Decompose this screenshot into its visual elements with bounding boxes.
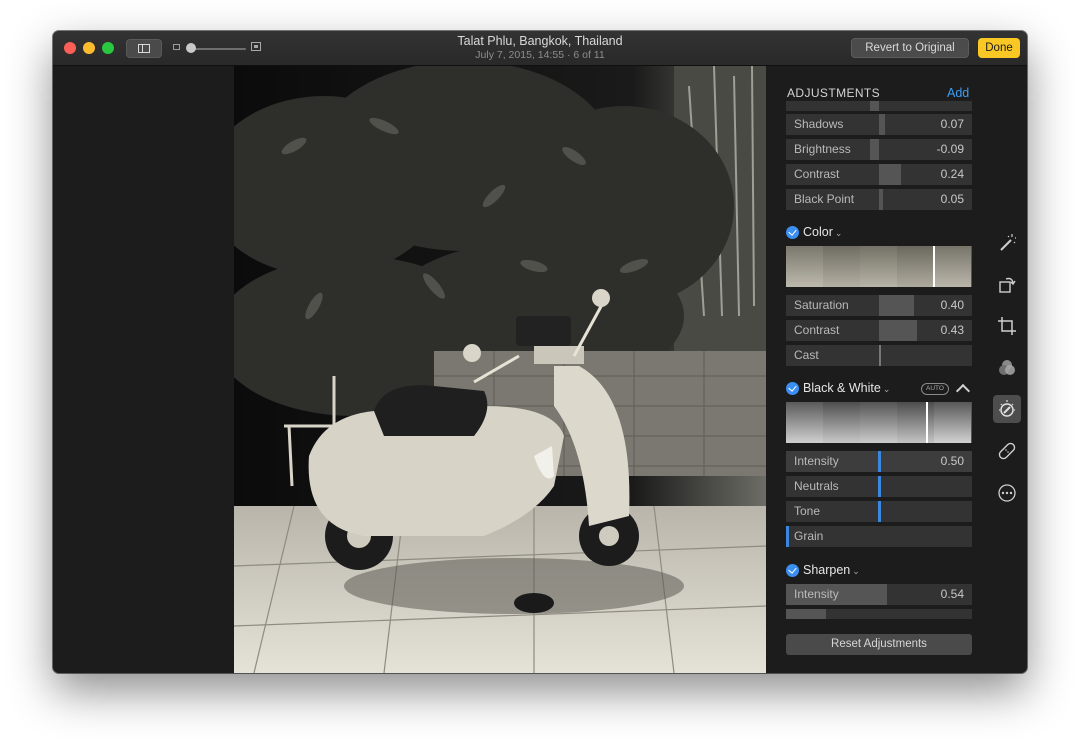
title-bar: Talat Phlu, Bangkok, Thailand July 7, 20… [53, 31, 1027, 66]
slider-value: 0.54 [940, 587, 964, 601]
adjustments-panel: ADJUSTMENTS Add Shadows 0.07 Brightness … [786, 66, 979, 673]
slider-fill [879, 295, 914, 316]
strip-thumbnail [823, 402, 860, 443]
slider-value: 0.40 [940, 298, 964, 312]
edges-slider-partial[interactable] [786, 609, 972, 619]
slider-label: Contrast [794, 323, 840, 337]
strip-thumbnail [860, 402, 897, 443]
more-tool-button[interactable] [993, 479, 1021, 507]
chevron-down-icon[interactable]: ⌄ [835, 228, 843, 238]
adjust-tool-button[interactable] [993, 395, 1021, 423]
slider-label: Contrast [794, 167, 840, 181]
neutrals-slider[interactable]: Neutrals [786, 476, 972, 497]
slider-fill [879, 345, 881, 366]
chevron-down-icon[interactable]: ⌄ [852, 566, 860, 576]
strip-thumbnail [897, 246, 934, 287]
adjustments-title: ADJUSTMENTS [787, 86, 881, 100]
rotate-tool-button[interactable] [993, 270, 1021, 298]
strip-thumbnail [823, 246, 860, 287]
slider-label: Intensity [794, 587, 839, 601]
slider-fill [879, 189, 883, 210]
slider-value: 0.05 [940, 192, 964, 206]
slider-label: Grain [794, 529, 824, 543]
photos-window: Talat Phlu, Bangkok, Thailand July 7, 20… [53, 31, 1027, 673]
slider-fill [786, 609, 826, 619]
more-icon [998, 484, 1016, 502]
slider-fill [879, 320, 917, 341]
rotate-icon [999, 277, 1016, 293]
done-button[interactable]: Done [978, 38, 1020, 58]
sharpen-intensity-slider[interactable]: Intensity 0.54 [786, 584, 972, 605]
bw-section-label: Black & White [803, 381, 881, 395]
slider-value: 0.43 [940, 323, 964, 337]
slider-label: Shadows [794, 117, 844, 131]
black-white-section-header[interactable]: Black & White ⌄ AUTO [786, 381, 972, 399]
sharpen-section-label: Sharpen [803, 563, 851, 577]
crop-tool-button[interactable] [993, 312, 1021, 340]
revert-to-original-button[interactable]: Revert to Original [851, 38, 969, 58]
slider-fill [878, 501, 881, 522]
slider-value: -0.09 [936, 142, 964, 156]
add-adjustment-button[interactable]: Add [947, 86, 969, 100]
slider-fill [786, 526, 789, 547]
slider-label: Saturation [794, 298, 849, 312]
slider-label: Cast [794, 348, 819, 362]
filters-tool-button[interactable] [993, 354, 1021, 382]
slider-fill [870, 101, 879, 111]
color-section-label: Color [803, 225, 833, 239]
magic-wand-icon [1000, 234, 1016, 251]
cast-slider[interactable]: Cast [786, 345, 972, 366]
strip-position-marker[interactable] [933, 246, 935, 287]
slider-label: Brightness [794, 142, 851, 156]
light-contrast-slider[interactable]: Contrast 0.24 [786, 164, 972, 185]
slider-fill [870, 139, 879, 160]
auto-button[interactable]: AUTO [921, 383, 949, 395]
strip-thumbnail [897, 402, 934, 443]
strip-thumbnail [934, 246, 971, 287]
slider-fill [878, 476, 881, 497]
retouch-bandage-icon [998, 442, 1016, 460]
enhance-tool-button[interactable] [993, 229, 1021, 257]
strip-thumbnail [786, 402, 823, 443]
slider-fill [878, 451, 881, 472]
adjust-icon [999, 400, 1015, 417]
strip-thumbnail [860, 246, 897, 287]
slider-label: Neutrals [794, 479, 839, 493]
collapse-chevron-up-icon[interactable] [955, 383, 971, 399]
bw-enabled-checkmark-icon[interactable] [786, 382, 799, 395]
shadows-slider[interactable]: Shadows 0.07 [786, 114, 972, 135]
crop-icon [998, 317, 1016, 335]
chevron-down-icon[interactable]: ⌄ [883, 384, 891, 394]
saturation-slider[interactable]: Saturation 0.40 [786, 295, 972, 316]
bw-intensity-slider[interactable]: Intensity 0.50 [786, 451, 972, 472]
highlights-slider-partial[interactable] [786, 101, 972, 111]
slider-label: Intensity [794, 454, 839, 468]
grain-slider[interactable]: Grain [786, 526, 972, 547]
sharpen-enabled-checkmark-icon[interactable] [786, 564, 799, 577]
photo-canvas[interactable] [234, 66, 766, 673]
slider-label: Tone [794, 504, 821, 518]
black-point-slider[interactable]: Black Point 0.05 [786, 189, 972, 210]
color-enabled-checkmark-icon[interactable] [786, 226, 799, 239]
strip-position-marker[interactable] [926, 402, 928, 443]
reset-adjustments-button[interactable]: Reset Adjustments [786, 634, 972, 655]
filters-icon [999, 360, 1015, 375]
slider-value: 0.50 [940, 454, 964, 468]
slider-fill [879, 114, 885, 135]
slider-label: Black Point [794, 192, 855, 206]
bw-thumbnail-strip[interactable] [786, 402, 972, 443]
slider-fill [879, 164, 901, 185]
strip-thumbnail [934, 402, 971, 443]
scooter-photo [234, 66, 766, 673]
color-contrast-slider[interactable]: Contrast 0.43 [786, 320, 972, 341]
retouch-tool-button[interactable] [993, 437, 1021, 465]
strip-thumbnail [786, 246, 823, 287]
color-thumbnail-strip[interactable] [786, 246, 972, 287]
brightness-slider[interactable]: Brightness -0.09 [786, 139, 972, 160]
slider-value: 0.07 [940, 117, 964, 131]
slider-value: 0.24 [940, 167, 964, 181]
tone-slider[interactable]: Tone [786, 501, 972, 522]
